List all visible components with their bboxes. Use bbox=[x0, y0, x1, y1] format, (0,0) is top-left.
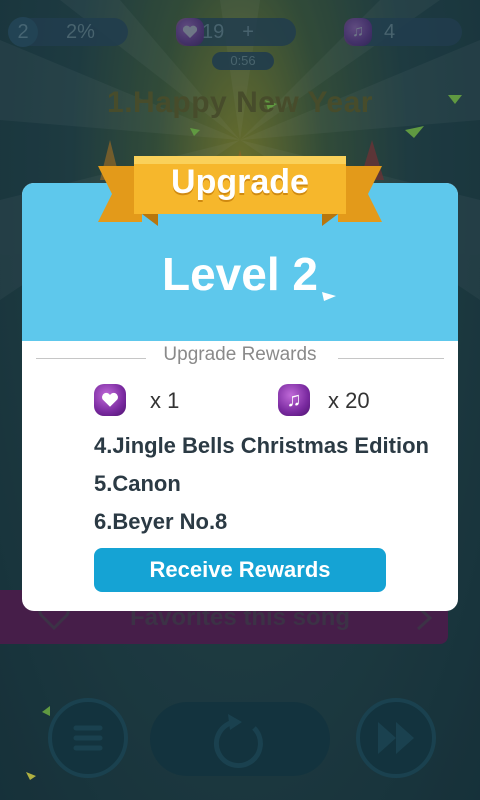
heart-reward-amount: x 1 bbox=[150, 388, 180, 413]
note-reward-amount: x 20 bbox=[328, 388, 370, 413]
unlocked-song-item: 5.Canon bbox=[94, 471, 181, 496]
level-text: Level 2 bbox=[162, 248, 318, 300]
unlocked-song-item: 6.Beyer No.8 bbox=[94, 509, 228, 534]
sparkle-icon bbox=[322, 292, 336, 301]
receive-rewards-button[interactable]: Receive Rewards bbox=[94, 548, 386, 592]
ribbon-title: Upgrade bbox=[171, 163, 309, 201]
heart-gem-icon bbox=[94, 384, 126, 416]
upgrade-dialog: Level 2 bbox=[22, 183, 458, 611]
game-screen: 2 2% 19 + ♫ 4 0:56 1.Happy New Year Favo… bbox=[0, 0, 480, 800]
section-title: Upgrade Rewards bbox=[163, 344, 317, 365]
note-gem-icon: ♫ bbox=[278, 384, 310, 416]
unlocked-song-item: 4.Jingle Bells Christmas Edition bbox=[94, 433, 429, 458]
